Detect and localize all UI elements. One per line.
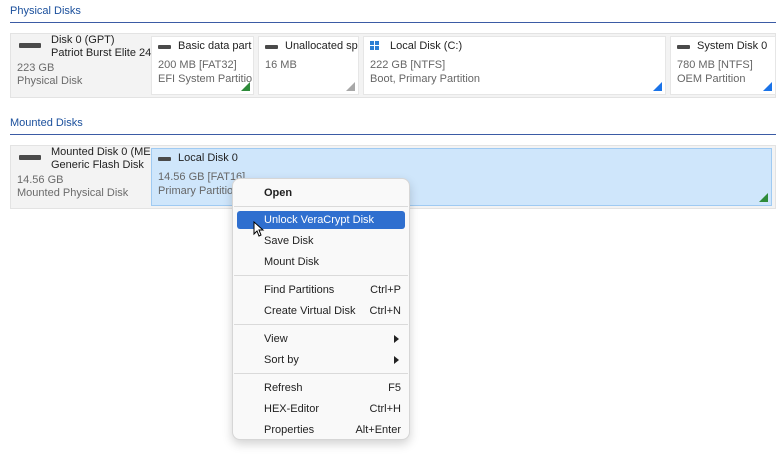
partition-icon — [677, 45, 690, 49]
disk-0-size: 223 GB — [17, 62, 55, 74]
menu-item-open[interactable]: Open — [237, 184, 405, 202]
hard-disk-icon — [19, 43, 41, 48]
partition-type: OEM Partition — [677, 73, 746, 85]
disk-0-row[interactable]: Disk 0 (GPT) Patriot Burst Elite 24 223 … — [10, 33, 776, 98]
partition-name: Unallocated sp — [285, 40, 358, 52]
mounted-disks-divider — [10, 134, 776, 135]
submenu-arrow-icon — [394, 335, 399, 343]
submenu-arrow-icon — [394, 356, 399, 364]
disk-0-model: Patriot Burst Elite 24 — [51, 47, 151, 59]
mounted-disk-size: 14.56 GB — [17, 174, 64, 186]
partition-size-fs: 16 MB — [265, 59, 297, 71]
menu-item-sort-by[interactable]: Sort by — [237, 351, 405, 369]
menu-item-view[interactable]: View — [237, 330, 405, 348]
partition-type: EFI System Partitio — [158, 73, 253, 85]
menu-item-create-virtual-disk[interactable]: Create Virtual Disk Ctrl+N — [237, 302, 405, 320]
menu-separator — [234, 206, 408, 207]
partition-icon — [158, 157, 171, 161]
partition-corner-marker — [759, 193, 768, 202]
menu-item-refresh[interactable]: Refresh F5 — [237, 379, 405, 397]
physical-disks-title: Physical Disks — [10, 5, 81, 17]
partition-icon — [265, 45, 278, 49]
menu-separator — [234, 373, 408, 374]
partition-name: System Disk 0 — [697, 40, 768, 52]
windows-icon — [370, 41, 380, 51]
partition-type: Boot, Primary Partition — [370, 73, 481, 85]
menu-item-mount-disk[interactable]: Mount Disk — [237, 253, 405, 271]
menu-item-hex-editor[interactable]: HEX-Editor Ctrl+H — [237, 400, 405, 418]
disk-0-name: Disk 0 (GPT) — [51, 34, 115, 46]
partition-size-fs: 780 MB [NTFS] — [677, 59, 753, 71]
mounted-disks-title: Mounted Disks — [10, 117, 83, 129]
flash-disk-icon — [19, 155, 41, 160]
menu-separator — [234, 324, 408, 325]
disk-0-header[interactable]: Disk 0 (GPT) Patriot Burst Elite 24 223 … — [11, 34, 151, 97]
mounted-disk-kind: Mounted Physical Disk — [17, 187, 129, 199]
partition-local-disk-c[interactable]: Local Disk (C:) 222 GB [NTFS] Boot, Prim… — [363, 36, 666, 95]
partition-size-fs: 200 MB [FAT32] — [158, 59, 237, 71]
partition-corner-marker — [346, 82, 355, 91]
partition-corner-marker — [763, 82, 772, 91]
menu-item-properties[interactable]: Properties Alt+Enter — [237, 421, 405, 439]
menu-item-find-partitions[interactable]: Find Partitions Ctrl+P — [237, 281, 405, 299]
partition-corner-marker — [241, 82, 250, 91]
mounted-disk-model: Generic Flash Disk — [51, 159, 144, 171]
partition-system-disk-0[interactable]: System Disk 0 780 MB [NTFS] OEM Partitio… — [670, 36, 776, 95]
physical-disks-divider — [10, 22, 776, 23]
context-menu: Open Unlock VeraCrypt Disk Save Disk Mou… — [232, 178, 410, 440]
partition-icon — [158, 45, 171, 49]
mounted-disk-name: Mounted Disk 0 (ME — [51, 146, 151, 158]
partition-type: Primary Partitio — [158, 185, 234, 197]
disk-0-kind: Physical Disk — [17, 75, 83, 87]
partition-name: Basic data part — [178, 40, 252, 52]
partition-name: Local Disk 0 — [178, 152, 238, 164]
partition-basic-data[interactable]: Basic data part 200 MB [FAT32] EFI Syste… — [151, 36, 254, 95]
partition-size-fs: 222 GB [NTFS] — [370, 59, 446, 71]
menu-separator — [234, 275, 408, 276]
partition-name: Local Disk (C:) — [390, 40, 463, 52]
mouse-pointer-icon — [253, 221, 265, 237]
partition-corner-marker — [653, 82, 662, 91]
mounted-disk-header[interactable]: Mounted Disk 0 (ME Generic Flash Disk 14… — [11, 146, 151, 208]
partition-unallocated[interactable]: Unallocated sp 16 MB — [258, 36, 359, 95]
